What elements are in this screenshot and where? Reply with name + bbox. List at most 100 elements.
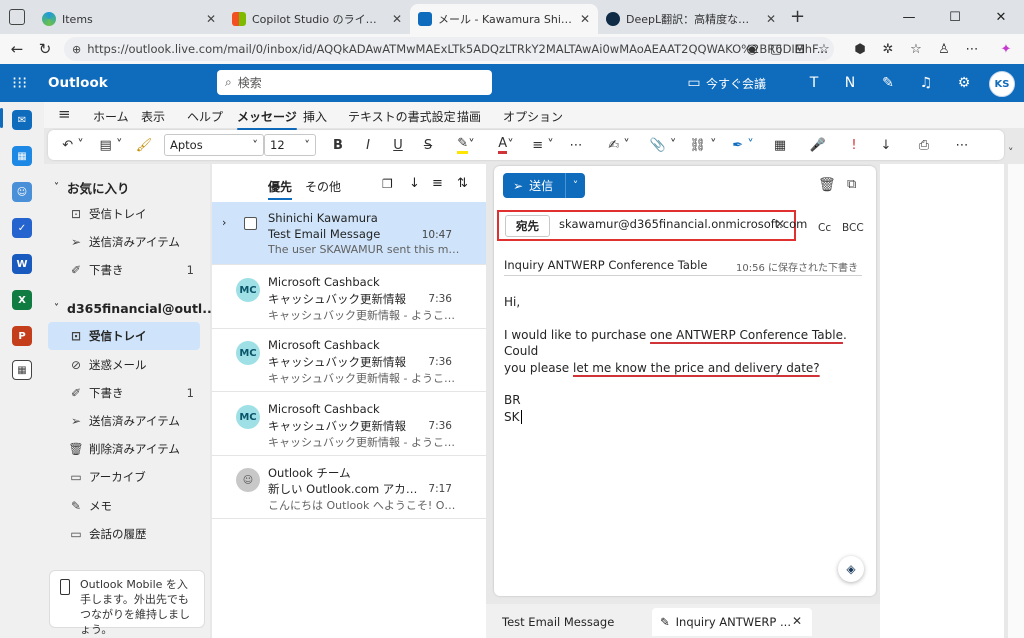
close-window-icon[interactable]: ✕: [978, 0, 1024, 34]
filter-icon[interactable]: ≡: [432, 176, 443, 191]
avatar[interactable]: KS: [989, 71, 1015, 97]
close-icon[interactable]: ✕: [792, 614, 802, 628]
ribbon-expand-icon[interactable]: ˅: [1008, 146, 1014, 159]
url-input[interactable]: ⊕ https://outlook.live.com/mail/0/inbox/…: [64, 37, 834, 61]
excel-icon[interactable]: X: [12, 290, 32, 310]
bell-icon[interactable]: ♫: [916, 73, 936, 93]
importance-low-icon[interactable]: ↓: [876, 135, 896, 155]
account-section[interactable]: ˅ d365financial@outl...: [54, 301, 216, 316]
editor-icon[interactable]: ✍ ˅: [604, 135, 634, 155]
favorites-section[interactable]: ˅ お気に入り: [54, 178, 130, 197]
browser-tab[interactable]: Items ✕: [34, 4, 224, 34]
to-field[interactable]: 宛先 skawamur@d365financial.onmicrosoft.co…: [497, 210, 807, 241]
favorites-icon[interactable]: ☆: [906, 39, 926, 59]
list-item[interactable]: MC Microsoft Cashback キャッシュバック更新情報 7:36 …: [212, 393, 486, 456]
signature-icon[interactable]: ✒ ˅: [728, 135, 758, 155]
extension-icon[interactable]: ⬢: [850, 39, 870, 59]
open-item-tab-active[interactable]: ✎ Inquiry ANTWERP ...: [652, 608, 812, 636]
link-icon[interactable]: ⛓ ˅: [688, 135, 718, 155]
folder-deleted[interactable]: 🗑 削除済みアイテム: [48, 435, 200, 463]
folder-notes[interactable]: ✎ メモ: [48, 492, 200, 520]
split-screen-icon[interactable]: ⊟: [790, 39, 810, 59]
close-icon[interactable]: ✕: [766, 12, 776, 26]
send-button[interactable]: ➢ 送信 ˅: [503, 173, 585, 198]
remove-recipient-icon[interactable]: ✕: [775, 217, 785, 231]
paragraph-spacing-icon[interactable]: ≡ ˅: [528, 135, 558, 155]
tab-view[interactable]: 表示: [141, 108, 165, 125]
highlight-icon[interactable]: ✎ ˅: [450, 135, 482, 155]
to-button[interactable]: 宛先: [505, 215, 550, 237]
message-body[interactable]: Hi, I would like to purchase one ANTWERP…: [504, 294, 864, 425]
list-item[interactable]: ☺ Outlook チーム 新しい Outlook.com アカウントへ... …: [212, 456, 486, 519]
browser-tab[interactable]: DeepL翻訳：高精度な翻訳ツール ✕: [598, 4, 784, 34]
folder-sent[interactable]: ➢ 送信済みアイテム: [48, 407, 200, 435]
underline-icon[interactable]: U: [388, 135, 408, 155]
tab-draw[interactable]: 描画: [457, 108, 481, 125]
strikethrough-icon[interactable]: S: [418, 135, 438, 155]
powerpoint-icon[interactable]: P: [12, 326, 32, 346]
extensions-puzzle-icon[interactable]: ✲: [878, 39, 898, 59]
tab-insert[interactable]: 挿入: [303, 108, 327, 125]
more-options-icon[interactable]: ⋯: [952, 135, 972, 155]
discard-trash-icon[interactable]: 🗑: [818, 177, 836, 193]
copilot-icon[interactable]: ✦: [996, 39, 1016, 59]
sort-icon[interactable]: ⇅: [457, 176, 468, 191]
menu-icon[interactable]: ≡: [58, 105, 71, 123]
mail-icon[interactable]: ✉: [12, 110, 32, 130]
folder-drafts[interactable]: ✐ 下書き 1: [48, 379, 200, 407]
font-size-select[interactable]: 12 ˅: [264, 134, 316, 156]
print-icon[interactable]: ⎙: [914, 135, 934, 155]
search-input[interactable]: ⌕ 検索: [217, 70, 492, 95]
importance-high-icon[interactable]: !: [844, 135, 864, 155]
tab-actions-icon[interactable]: [9, 9, 25, 25]
folder-archive[interactable]: ▭ アーカイブ: [48, 463, 200, 491]
more-formatting-icon[interactable]: ⋯: [566, 135, 586, 155]
send-options-chevron-icon[interactable]: ˅: [565, 173, 585, 198]
back-icon[interactable]: ←: [4, 38, 30, 60]
bcc-button[interactable]: BCC: [842, 222, 864, 234]
tab-home[interactable]: ホーム: [93, 108, 129, 125]
app-available-icon[interactable]: ▢: [766, 39, 786, 59]
maximize-icon[interactable]: ☐: [932, 0, 978, 34]
bold-icon[interactable]: B: [328, 135, 348, 155]
dictate-icon[interactable]: 🎤: [808, 135, 828, 155]
list-item[interactable]: › Shinichi Kawamura Test Email Message 1…: [212, 202, 486, 265]
people-icon[interactable]: ☺: [12, 182, 32, 202]
apps-icon[interactable]: ▦: [770, 135, 790, 155]
tracking-icon[interactable]: ◉: [742, 39, 762, 59]
browser-tab-active[interactable]: メール - Kawamura Shinichi - Outlo ✕: [410, 4, 598, 34]
favorite-star-icon[interactable]: ☆: [814, 39, 834, 59]
refresh-icon[interactable]: ↻: [32, 38, 58, 60]
gear-icon[interactable]: ⚙: [954, 73, 974, 93]
list-item[interactable]: MC Microsoft Cashback キャッシュバック更新情報 7:36 …: [212, 329, 486, 392]
chevron-right-icon[interactable]: ›: [222, 216, 226, 229]
tab-options[interactable]: オプション: [503, 108, 563, 125]
folder-favorite-sent[interactable]: ➢ 送信済みアイテム: [48, 228, 200, 256]
more-icon[interactable]: ⋯: [962, 39, 982, 59]
font-name-select[interactable]: Aptos ˅: [164, 134, 264, 156]
undo-icon[interactable]: ↶ ˅: [58, 135, 88, 155]
attach-icon[interactable]: 📎 ˅: [648, 135, 678, 155]
word-icon[interactable]: W: [12, 254, 32, 274]
folder-favorite-drafts[interactable]: ✐ 下書き 1: [48, 256, 200, 284]
select-all-icon[interactable]: ❐: [382, 177, 393, 191]
recipient-chip[interactable]: skawamur@d365financial.onmicrosoft.com: [559, 217, 807, 231]
browser-tab[interactable]: Copilot Studio のライセンス - Micros ✕: [224, 4, 410, 34]
italic-icon[interactable]: I: [358, 135, 378, 155]
cc-button[interactable]: Cc: [818, 222, 831, 234]
pop-out-icon[interactable]: ⧉: [847, 177, 856, 192]
close-icon[interactable]: ✕: [206, 12, 216, 26]
tab-message[interactable]: メッセージ: [237, 108, 297, 130]
feedback-icon[interactable]: ✎: [878, 73, 898, 93]
tab-help[interactable]: ヘルプ: [187, 108, 223, 125]
calendar-icon[interactable]: ▦: [12, 146, 32, 166]
site-info-icon[interactable]: ⊕: [72, 43, 81, 56]
font-color-icon[interactable]: A ˅: [490, 135, 522, 155]
close-icon[interactable]: ✕: [392, 12, 402, 26]
paste-icon[interactable]: ▤ ˅: [96, 135, 126, 155]
todo-icon[interactable]: ✓: [12, 218, 32, 238]
list-item[interactable]: MC Microsoft Cashback キャッシュバック更新情報 7:36 …: [212, 266, 486, 329]
app-launcher-icon[interactable]: ⁝⁝⁝: [12, 73, 32, 93]
close-icon[interactable]: ✕: [580, 12, 590, 26]
folder-inbox[interactable]: ⊡ 受信トレイ: [48, 322, 200, 350]
